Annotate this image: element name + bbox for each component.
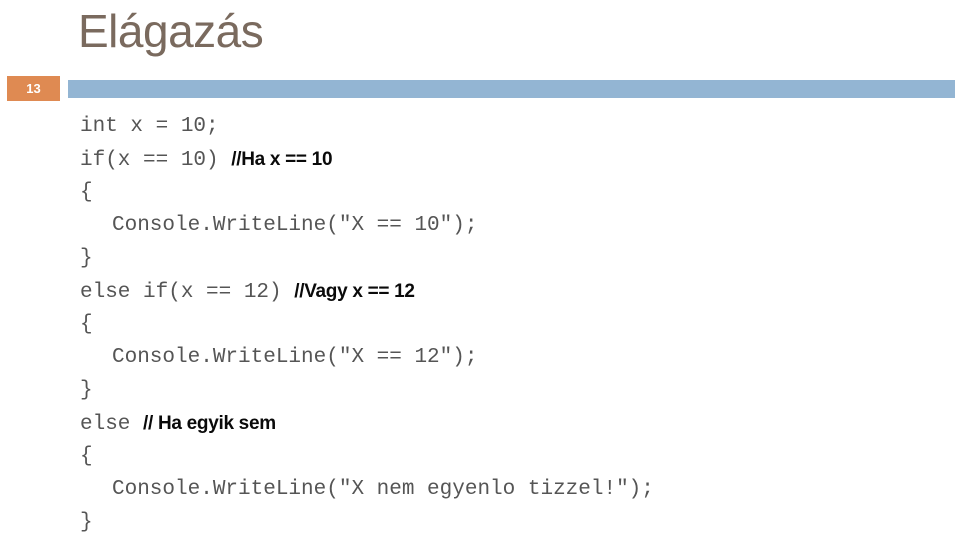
code-comment: // Ha egyik sem xyxy=(143,413,276,434)
code-text: { xyxy=(80,313,93,336)
code-line: Console.WriteLine("X == 12"); xyxy=(80,341,950,374)
page-title: Elágazás xyxy=(78,5,264,57)
code-line: Console.WriteLine("X nem egyenlo tizzel!… xyxy=(80,473,950,506)
slide-number-badge: 13 xyxy=(7,76,60,101)
code-text: Console.WriteLine("X == 12"); xyxy=(112,346,478,369)
code-text: int x = 10; xyxy=(80,115,219,138)
code-line: else // Ha egyik sem xyxy=(80,407,950,440)
code-text: Console.WriteLine("X == 10"); xyxy=(112,214,478,237)
code-line: int x = 10; xyxy=(80,110,950,143)
code-line: } xyxy=(80,374,950,407)
header-divider: 13 xyxy=(0,68,959,104)
code-block: int x = 10; if(x == 10) //Ha x == 10 { Cons… xyxy=(80,110,950,539)
code-comment: //Vagy x == 12 xyxy=(294,281,415,302)
code-line: Console.WriteLine("X == 10"); xyxy=(80,209,950,242)
code-text: { xyxy=(80,445,93,468)
presentation-slide: Elágazás 13 int x = 10; if(x == 10) //Ha … xyxy=(0,0,959,538)
code-text: } xyxy=(80,511,93,534)
code-text: if(x == 10) xyxy=(80,149,232,172)
code-line: { xyxy=(80,176,950,209)
code-comment: //Ha x == 10 xyxy=(231,149,333,170)
slide-number-label: 13 xyxy=(26,81,41,96)
code-text: { xyxy=(80,181,93,204)
code-text: else xyxy=(80,413,144,436)
code-line: { xyxy=(80,308,950,341)
code-text: } xyxy=(80,247,93,270)
code-line: else if(x == 12) //Vagy x == 12 xyxy=(80,275,950,308)
code-line: } xyxy=(80,242,950,275)
code-text: } xyxy=(80,379,93,402)
code-line: } xyxy=(80,506,950,539)
code-text: Console.WriteLine("X nem egyenlo tizzel!… xyxy=(112,478,654,501)
code-line: { xyxy=(80,440,950,473)
header-accent-bar xyxy=(68,80,955,98)
code-line: if(x == 10) //Ha x == 10 xyxy=(80,143,950,176)
code-text: else if(x == 12) xyxy=(80,281,295,304)
